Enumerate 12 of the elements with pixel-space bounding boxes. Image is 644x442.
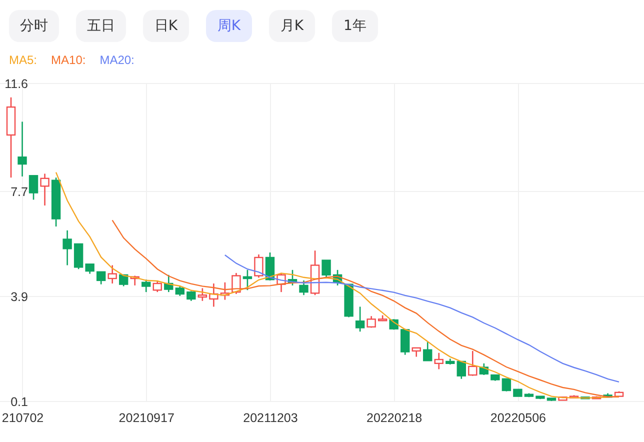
ma-legend-label: MA5: — [9, 53, 38, 69]
x-axis-label: 20211203 — [243, 411, 298, 425]
ma-legend-label: MA20: — [100, 53, 134, 69]
ma-legend-label: MA10: — [51, 53, 86, 69]
y-axis-label: 7.7 — [10, 184, 28, 199]
y-axis-label: 0.1 — [10, 395, 28, 409]
x-axis-label: 210702 — [2, 411, 44, 425]
x-axis-label: 20220218 — [366, 411, 422, 425]
y-axis-label: 11.6 — [4, 77, 28, 91]
x-axis-label: 20210917 — [118, 411, 174, 425]
y-axis-label: 3.9 — [10, 290, 28, 304]
x-axis-label: 20220506 — [490, 411, 546, 425]
